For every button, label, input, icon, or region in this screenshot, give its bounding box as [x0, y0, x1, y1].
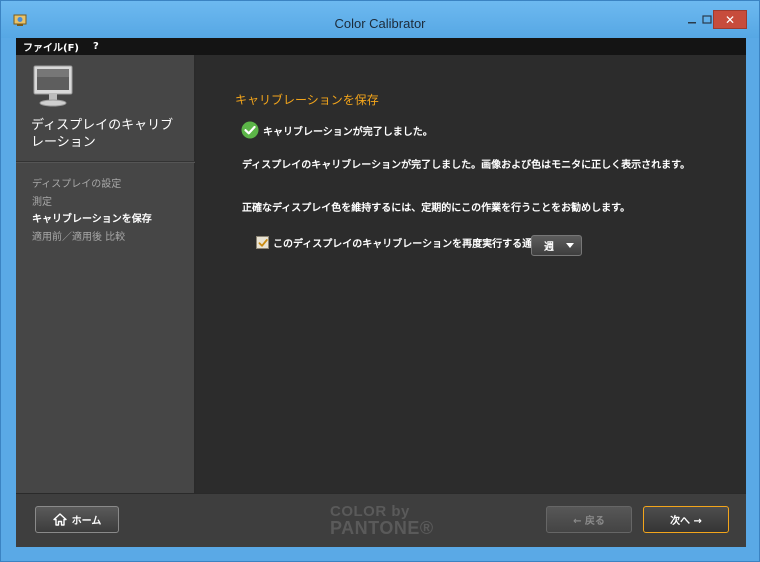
- sidebar-heading: ディスプレイのキャリブレーション: [31, 118, 174, 150]
- notify-interval-value: 週: [544, 242, 554, 253]
- monitor-icon: [33, 65, 73, 107]
- menu-file[interactable]: ファイル(F): [16, 39, 86, 54]
- notify-label: このディスプレイのキャリブレーションを再度実行する通知:: [273, 239, 547, 250]
- sidebar: ディスプレイのキャリブレーション ディスプレイの設定 測定 キャリブレーションを…: [16, 55, 195, 493]
- section-title: キャリブレーションを保存: [235, 93, 379, 107]
- back-button-label: ← 戻る: [573, 516, 605, 527]
- sidebar-divider: [16, 161, 195, 163]
- home-button-label: ホーム: [71, 516, 102, 527]
- client-area: ディスプレイのキャリブレーション ディスプレイの設定 測定 キャリブレーションを…: [16, 55, 746, 547]
- window-title: Color Calibrator: [334, 16, 426, 31]
- step-list: ディスプレイの設定 測定 キャリブレーションを保存 適用前／適用後 比較: [32, 176, 152, 246]
- step-save-calibration[interactable]: キャリブレーションを保存: [32, 211, 152, 229]
- home-icon: [52, 513, 67, 526]
- check-circle-icon: [241, 121, 259, 139]
- menu-bar: ファイル(F) ?: [16, 38, 746, 55]
- status-row: キャリブレーションが完了しました。: [241, 121, 433, 139]
- app-window: Color Calibrator ✕ ファイル(F) ? ディスプレイのキャリブ…: [0, 0, 760, 562]
- next-button-label: 次へ →: [670, 516, 702, 527]
- title-bar[interactable]: Color Calibrator ✕: [1, 1, 759, 38]
- chevron-down-icon: [566, 243, 574, 248]
- pantone-logo: COLOR by PANTONE®: [330, 503, 434, 538]
- menu-help[interactable]: ?: [86, 41, 106, 52]
- maximize-icon: [702, 14, 712, 24]
- step-measure[interactable]: 測定: [32, 194, 152, 212]
- next-button[interactable]: 次へ →: [643, 506, 729, 533]
- notify-row: このディスプレイのキャリブレーションを再度実行する通知:: [256, 235, 546, 250]
- recommendation-message: 正確なディスプレイ色を維持するには、定期的にこの作業を行うことをお勧めします。: [242, 203, 631, 214]
- back-button[interactable]: ← 戻る: [546, 506, 632, 533]
- status-text: キャリブレーションが完了しました。: [263, 126, 433, 138]
- step-display-settings[interactable]: ディスプレイの設定: [32, 176, 152, 194]
- close-icon: ✕: [724, 12, 736, 27]
- footer-bar: ホーム COLOR by PANTONE® ← 戻る 次へ →: [16, 493, 746, 547]
- home-button[interactable]: ホーム: [35, 506, 119, 533]
- notify-interval-select[interactable]: 週: [531, 235, 582, 256]
- step-before-after-compare[interactable]: 適用前／適用後 比較: [32, 229, 152, 247]
- notify-checkbox[interactable]: [256, 236, 269, 249]
- main-panel: キャリブレーションを保存 キャリブレーションが完了しました。 ディスプレイのキャ…: [196, 55, 746, 493]
- completion-message: ディスプレイのキャリブレーションが完了しました。画像および色はモニタに正しく表示…: [242, 160, 691, 171]
- checkmark-icon: [258, 238, 268, 247]
- close-button[interactable]: ✕: [713, 10, 747, 29]
